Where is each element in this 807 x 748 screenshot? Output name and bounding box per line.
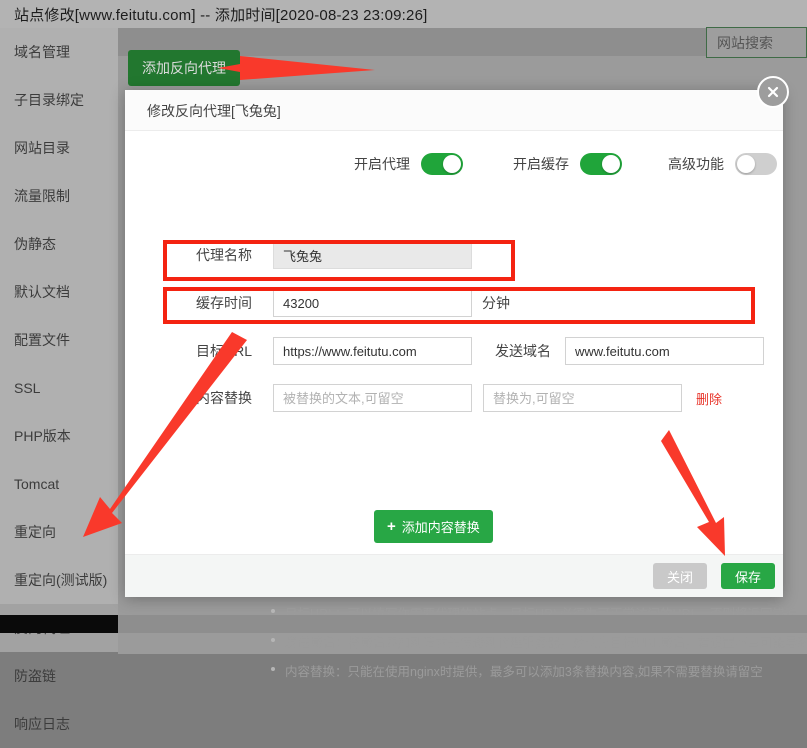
toggle-knob	[443, 155, 461, 173]
save-button[interactable]: 保存	[720, 563, 775, 589]
dialog-header: 修改反向代理[飞兔兔]	[125, 90, 783, 131]
close-dialog-button[interactable]: 关闭	[652, 563, 707, 589]
target-url-label: 目标URL	[195, 343, 252, 359]
close-icon[interactable]	[757, 76, 789, 108]
dialog-body: 开启代理 开启缓存 高级功能 代理名称 缓存时间 分钟 目标URL	[125, 131, 807, 679]
sidebar-item-14[interactable]: 响应日志	[0, 700, 118, 748]
content-replace-label: 内容替换	[196, 390, 252, 406]
sidebar: 域名管理子目录绑定网站目录流量限制伪静态默认文档配置文件 SSL PHP版本 Tomc…	[0, 28, 118, 732]
sidebar-item-label: 流量限制	[14, 188, 70, 204]
window-title-bar: 站点修改[www.feitutu.com] -- 添加时间[2020-08-23…	[0, 0, 807, 28]
bottom-strip	[0, 615, 807, 633]
add-reverse-proxy-button[interactable]: 添加反向代理	[128, 50, 240, 86]
add-content-replace-button[interactable]: + 添加内容替换	[374, 510, 493, 543]
sidebar-item-10[interactable]: 重定向	[0, 508, 118, 556]
sidebar-item-7[interactable]: SSL	[0, 364, 118, 412]
toggle-advanced-features[interactable]: 高级功能	[668, 153, 777, 175]
sidebar-item-3[interactable]: 流量限制	[0, 172, 118, 220]
dialog-footer: 关闭 保存	[125, 554, 783, 597]
sidebar-item-label: 伪静态	[14, 236, 56, 252]
add-content-replace-label: 添加内容替换	[401, 520, 480, 535]
toggle-enable-cache-switch[interactable]	[580, 153, 622, 175]
sidebar-item-label: PHP版本	[14, 428, 71, 444]
sidebar-item-label: 防盗链	[14, 668, 56, 684]
sidebar-item-label: 配置文件	[14, 332, 70, 348]
close-glyph	[767, 86, 779, 98]
sidebar-item-label: SSL	[14, 380, 41, 396]
sidebar-item-label: 默认文档	[14, 284, 70, 300]
toggle-enable-cache-label: 开启缓存	[513, 156, 569, 172]
sidebar-item-label: 子目录绑定	[14, 92, 84, 108]
delete-replace-link[interactable]: 删除	[696, 389, 722, 408]
help-item: 内容替换：只能在使用nginx时提供，最多可以添加3条替换内容,如果不需要替换请…	[268, 661, 807, 680]
sidebar-item-0[interactable]: 域名管理	[0, 28, 118, 76]
content-replace-from-input[interactable]	[273, 384, 472, 412]
edit-reverse-proxy-dialog: 修改反向代理[飞兔兔] 开启代理 开启缓存 高级功能 代理名称 缓存	[125, 90, 807, 679]
toggle-row: 开启代理 开启缓存 高级功能	[125, 153, 783, 187]
page-title: 站点修改[www.feitutu.com] -- 添加时间[2020-08-23…	[14, 7, 428, 24]
sidebar-item-label: 重定向	[14, 524, 56, 540]
toggle-advanced-features-label: 高级功能	[668, 156, 724, 172]
target-url-input[interactable]	[273, 337, 472, 365]
content-replace-row: 内容替换 删除	[172, 384, 722, 412]
search-input[interactable]: 网站搜索	[706, 27, 807, 58]
sidebar-item-label: 重定向(测试版)	[14, 572, 108, 588]
content-replace-to-input[interactable]	[483, 384, 682, 412]
toggle-advanced-features-switch[interactable]	[735, 153, 777, 175]
toggle-knob	[737, 155, 755, 173]
sidebar-item-11[interactable]: 重定向(测试版)	[0, 556, 118, 604]
sidebar-item-5[interactable]: 默认文档	[0, 268, 118, 316]
sidebar-item-2[interactable]: 网站目录	[0, 124, 118, 172]
sidebar-item-9[interactable]: Tomcat	[0, 460, 118, 508]
sidebar-item-8[interactable]: PHP版本	[0, 412, 118, 460]
sidebar-item-label: 域名管理	[14, 44, 70, 60]
bottom-strip-inner	[118, 615, 807, 633]
sidebar-item-6[interactable]: 配置文件	[0, 316, 118, 364]
send-domain-label: 发送域名	[495, 343, 551, 359]
help-item: 发送域名：将域名添加到请求头传递到代理服务器，默认为目标URL域名，若设置不当可…	[268, 632, 807, 651]
toggle-enable-proxy-label: 开启代理	[354, 156, 410, 172]
sidebar-item-4[interactable]: 伪静态	[0, 220, 118, 268]
plus-icon: +	[387, 518, 396, 535]
toggle-knob	[602, 155, 620, 173]
toggle-enable-cache[interactable]: 开启缓存	[513, 153, 622, 175]
site-search-wrapper: 网站搜索	[706, 27, 807, 60]
sidebar-item-13[interactable]: 防盗链	[0, 652, 118, 700]
highlight-box-target-url	[163, 287, 755, 324]
sidebar-item-label: 响应日志	[14, 716, 70, 732]
sidebar-item-1[interactable]: 子目录绑定	[0, 76, 118, 124]
send-domain-input[interactable]	[565, 337, 764, 365]
sidebar-item-label: Tomcat	[14, 476, 60, 492]
target-url-row: 目标URL 发送域名	[172, 337, 764, 365]
toggle-enable-proxy[interactable]: 开启代理	[354, 153, 463, 175]
dialog-title: 修改反向代理[飞兔兔]	[147, 103, 281, 119]
toggle-enable-proxy-switch[interactable]	[421, 153, 463, 175]
sidebar-item-label: 网站目录	[14, 140, 70, 156]
highlight-box-cache-time	[163, 240, 515, 281]
